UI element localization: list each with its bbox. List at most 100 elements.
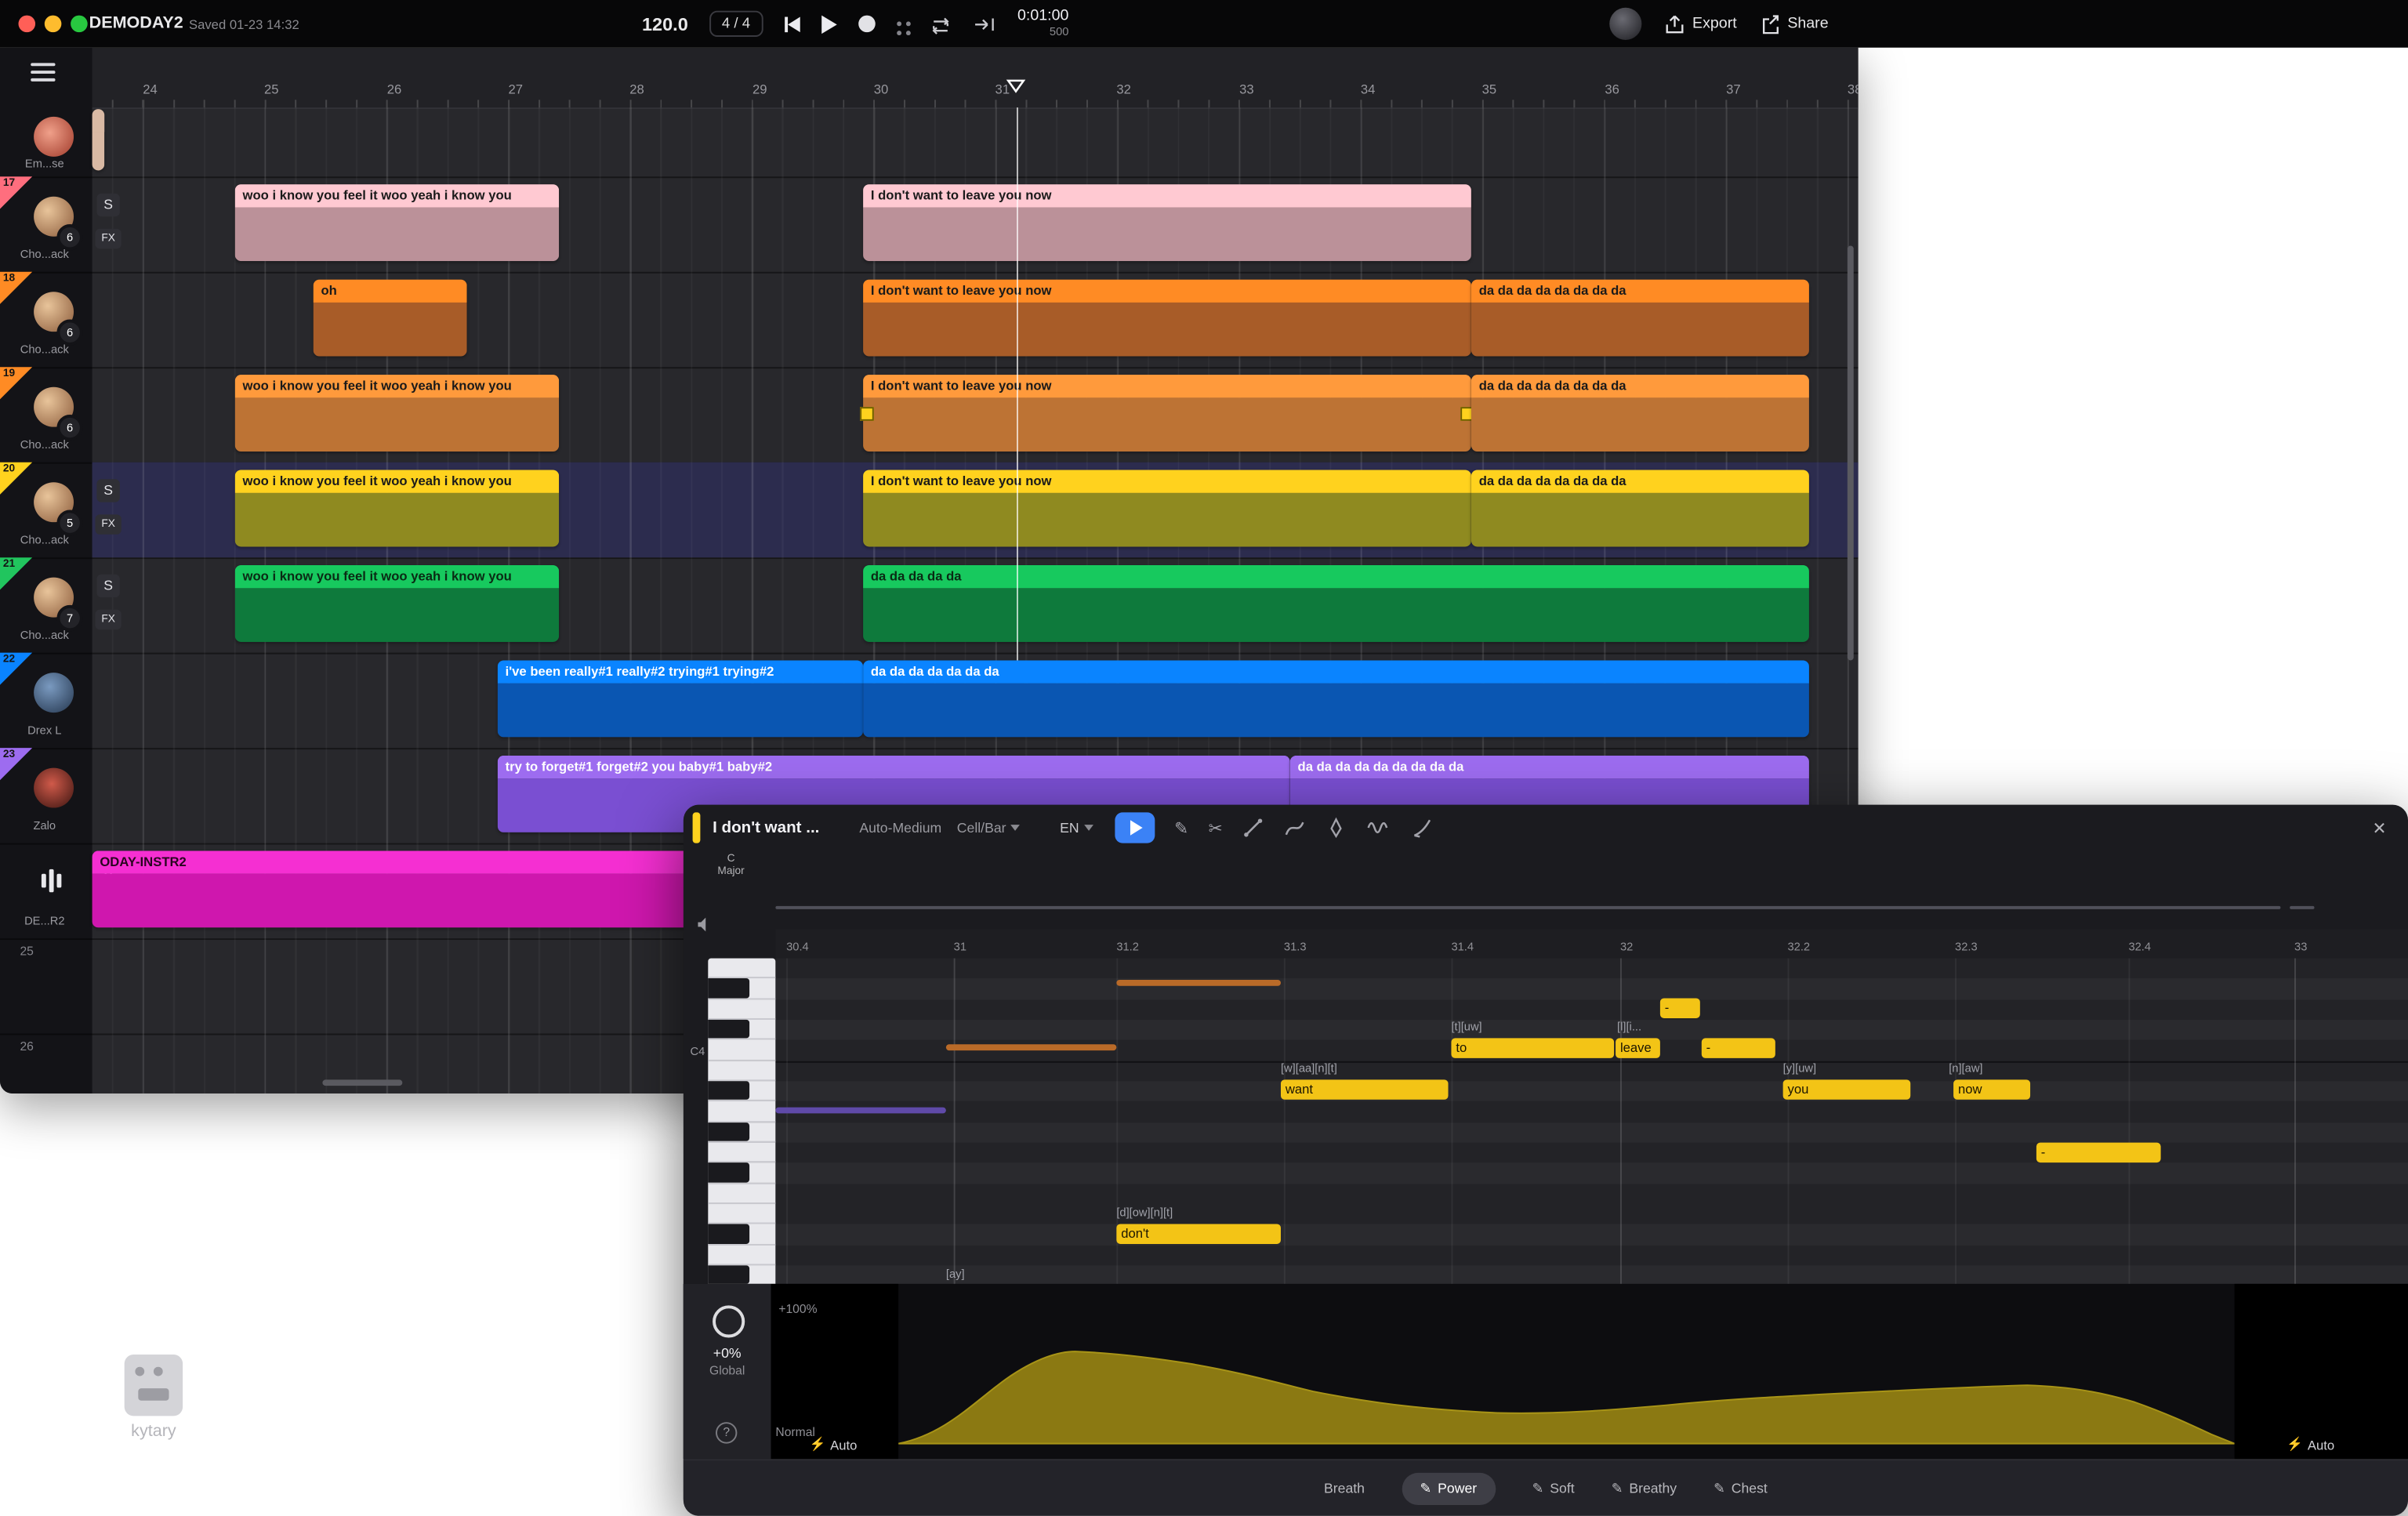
key-signature[interactable]: C Major — [702, 854, 760, 878]
window-zoom-button[interactable] — [71, 16, 88, 33]
line-tool-button[interactable] — [1242, 817, 1264, 838]
track-number: 21 — [3, 559, 15, 570]
record-icon[interactable] — [858, 16, 875, 33]
auto-button[interactable]: ⚡Auto — [2287, 1436, 2334, 1453]
clip[interactable]: woo i know you feel it woo yeah i know y… — [235, 470, 559, 547]
note-grid[interactable] — [775, 959, 2408, 1284]
clip[interactable]: oh — [314, 280, 467, 357]
fx-button[interactable]: FX — [95, 229, 121, 248]
overview-scrollbar-segment[interactable] — [2290, 906, 2314, 909]
clip[interactable]: woo i know you feel it woo yeah i know y… — [235, 375, 559, 452]
clip[interactable]: woo i know you feel it woo yeah i know y… — [235, 184, 559, 261]
dynamics-curve[interactable] — [898, 1284, 2235, 1459]
style-breath-button[interactable]: Breath — [1324, 1481, 1365, 1496]
help-icon[interactable]: ? — [716, 1422, 737, 1443]
pitch-mode-select[interactable]: Auto-Medium — [859, 820, 941, 836]
speaker-icon[interactable] — [696, 916, 715, 934]
window-minimize-button[interactable] — [45, 16, 62, 33]
clip[interactable]: I don't want to leave you now — [863, 184, 1471, 261]
grid-mode-select[interactable]: Cell/Bar — [957, 820, 1020, 836]
play-icon[interactable] — [821, 15, 836, 34]
solo-button[interactable]: S — [96, 575, 119, 597]
autoplay-icon[interactable] — [973, 13, 995, 34]
overview-scrollbar[interactable] — [775, 906, 2280, 909]
phoneme-label[interactable]: [n][aw] — [1949, 1061, 1982, 1075]
phoneme-label[interactable]: [d][ow][n][t] — [1116, 1206, 1173, 1220]
playhead-marker-icon[interactable] — [1006, 78, 1025, 94]
reference-note[interactable] — [946, 1044, 1116, 1050]
curve-tool-button[interactable] — [1284, 817, 1305, 838]
clip[interactable]: I don't want to leave you now — [863, 470, 1471, 547]
language-select[interactable]: EN — [1060, 820, 1093, 836]
note[interactable]: - — [1702, 1038, 1775, 1057]
note[interactable]: to — [1451, 1038, 1614, 1057]
timeline-ruler[interactable]: 24 25 26 27 28 29 30 31 32 33 34 35 — [92, 48, 1859, 109]
clip[interactable]: da da da da da da da da — [1471, 470, 1809, 547]
vertical-scrollbar[interactable] — [1848, 245, 1854, 660]
loop-icon[interactable] — [928, 13, 951, 34]
pencil-tool-button[interactable]: ✎ — [1174, 818, 1188, 837]
auto-button[interactable]: ⚡Auto — [809, 1436, 857, 1453]
avatar[interactable] — [34, 768, 74, 808]
clip[interactable]: da da da da da da da da — [1471, 280, 1809, 357]
scissors-tool-button[interactable]: ✂ — [1209, 818, 1223, 837]
clip-header: da da da da da da da — [863, 660, 1809, 683]
instrument-meter-icon[interactable] — [42, 868, 61, 892]
time-signature[interactable]: 4 / 4 — [709, 11, 763, 37]
clip-label: woo i know you feel it woo yeah i know y… — [243, 378, 512, 394]
note[interactable]: want — [1281, 1079, 1449, 1099]
solo-button[interactable]: S — [96, 479, 119, 502]
note[interactable]: you — [1783, 1079, 1911, 1099]
phoneme-label[interactable]: [t][uw] — [1451, 1020, 1481, 1034]
phoneme-label[interactable]: [l][i... — [1617, 1020, 1641, 1034]
clip[interactable] — [92, 109, 105, 170]
export-button[interactable]: Export — [1665, 13, 1737, 34]
editor-ruler[interactable]: 30.4 31 31.2 31.3 31.4 32 32.2 32.3 32.4 — [775, 929, 2408, 959]
reference-note[interactable] — [1116, 980, 1281, 986]
clip[interactable]: da da da da da da da da — [1471, 375, 1809, 452]
note[interactable]: leave — [1616, 1038, 1660, 1057]
note[interactable]: don't — [1116, 1224, 1281, 1243]
avatar[interactable] — [34, 673, 74, 713]
note[interactable]: - — [1660, 998, 1700, 1017]
editor-play-button[interactable] — [1115, 812, 1155, 843]
window-close-button[interactable] — [19, 16, 36, 33]
clip-resize-handle[interactable] — [860, 407, 874, 421]
track-lane[interactable] — [92, 107, 1859, 176]
clip[interactable]: i've been really#1 really#2 trying#1 try… — [498, 660, 863, 737]
clip[interactable]: da da da da da — [863, 565, 1809, 642]
playhead[interactable] — [1017, 107, 1018, 660]
pen-tool-button[interactable] — [1325, 817, 1347, 838]
solo-button[interactable]: S — [96, 194, 119, 216]
clip[interactable]: I don't want to leave you now — [863, 375, 1471, 452]
clip[interactable]: woo i know you feel it woo yeah i know y… — [235, 565, 559, 642]
horizontal-scrollbar[interactable] — [322, 1079, 402, 1086]
style-power-button[interactable]: ✎Power — [1402, 1472, 1496, 1504]
phoneme-label[interactable]: [ay] — [946, 1267, 965, 1281]
avatar[interactable] — [34, 117, 74, 157]
brush-tool-button[interactable] — [1412, 817, 1433, 838]
fx-button[interactable]: FX — [95, 610, 121, 629]
clip[interactable]: da da da da da da da — [863, 660, 1809, 737]
piano-keyboard[interactable] — [708, 959, 775, 1284]
note[interactable]: - — [2036, 1143, 2161, 1162]
phoneme-label[interactable]: [y][uw] — [1783, 1061, 1816, 1075]
clip[interactable]: I don't want to leave you now — [863, 280, 1471, 357]
note[interactable]: now — [1953, 1079, 2030, 1099]
fx-button[interactable]: FX — [95, 514, 121, 534]
parameter-knob[interactable] — [713, 1305, 745, 1337]
style-soft-button[interactable]: ✎Soft — [1532, 1480, 1575, 1497]
style-breathy-button[interactable]: ✎Breathy — [1612, 1480, 1677, 1497]
tempo-value[interactable]: 120.0 — [642, 13, 688, 34]
metronome-grid-icon[interactable] — [896, 21, 901, 26]
skip-to-start-icon[interactable] — [784, 16, 800, 32]
export-icon — [1665, 13, 1685, 34]
user-avatar[interactable] — [1609, 8, 1641, 40]
menu-icon[interactable] — [31, 63, 55, 82]
vibrato-tool-button[interactable] — [1367, 817, 1391, 838]
style-chest-button[interactable]: ✎Chest — [1714, 1480, 1768, 1497]
phoneme-label[interactable]: [w][aa][n][t] — [1281, 1061, 1337, 1075]
share-button[interactable]: Share — [1760, 13, 1829, 34]
reference-note[interactable] — [775, 1108, 945, 1114]
close-icon[interactable]: ✕ — [2373, 818, 2387, 837]
